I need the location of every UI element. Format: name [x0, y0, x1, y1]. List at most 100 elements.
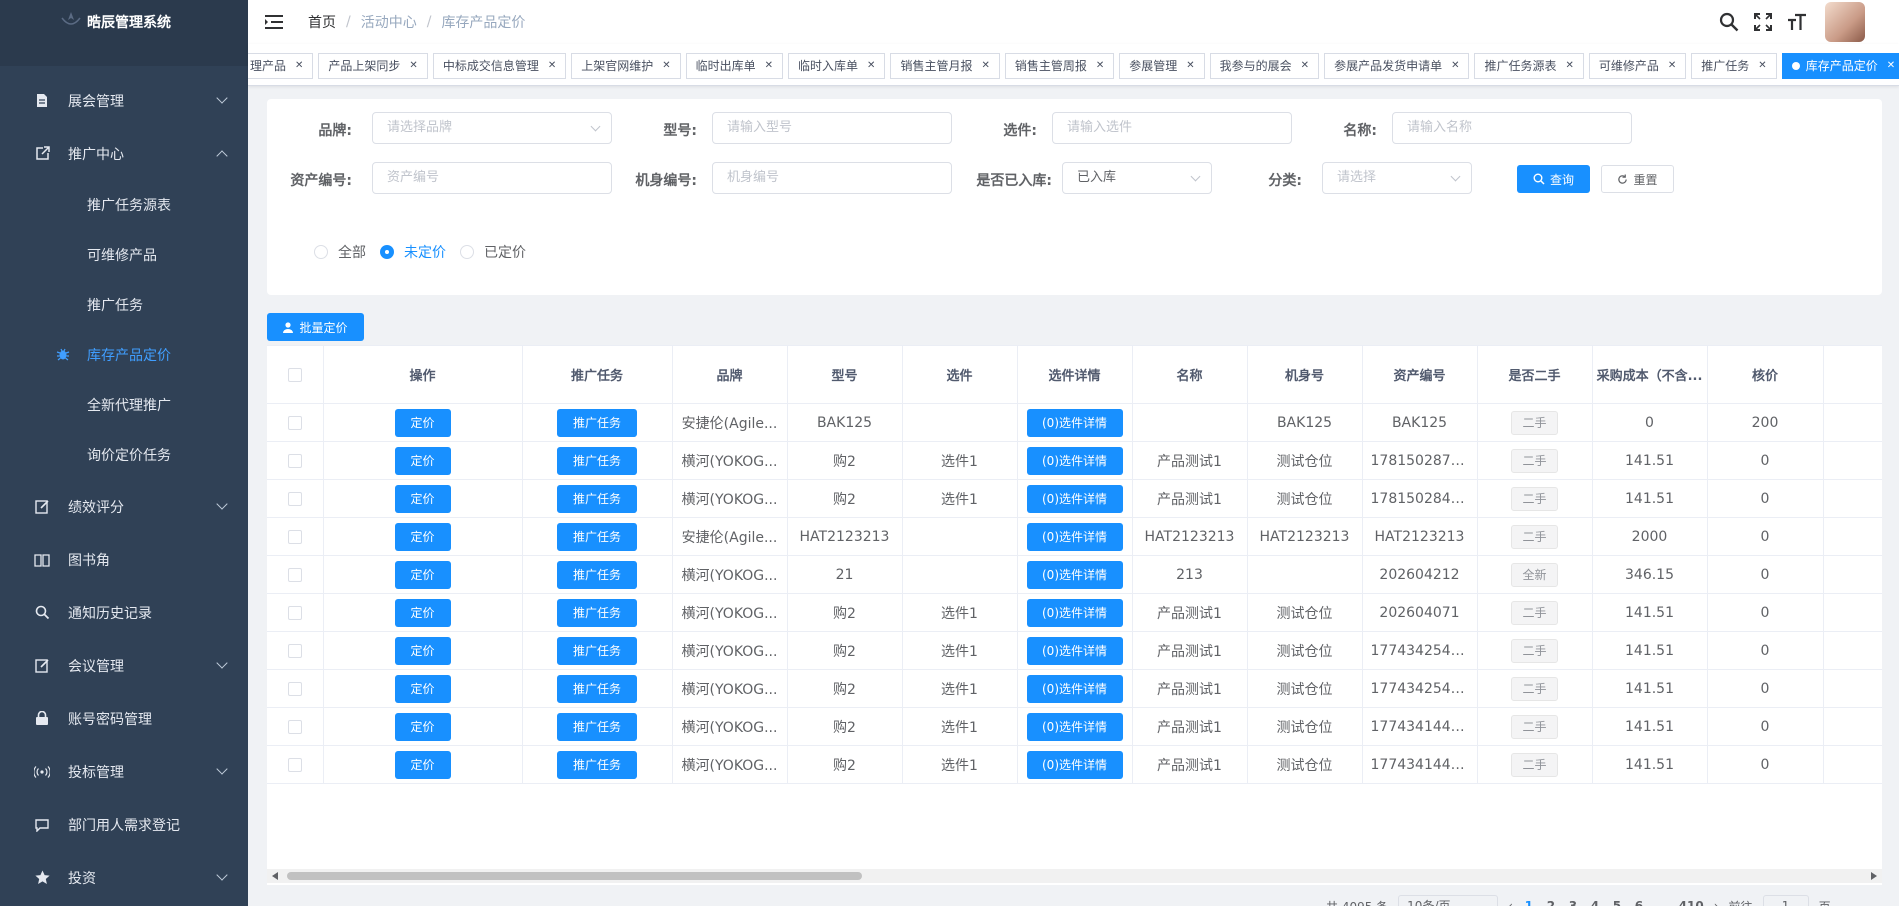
prev-page-icon[interactable]: ‹	[1508, 899, 1513, 906]
close-icon[interactable]: ✕	[1096, 54, 1104, 78]
table-row[interactable]: 定价 推广任务 横河(YOKOG... 购2 选件1 (0)选件详情 产品测试1 测试仓位 17…	[267, 745, 1882, 784]
serial-input[interactable]: 机身编号	[712, 162, 952, 194]
price-button[interactable]: 定价	[394, 636, 451, 665]
category-select[interactable]: 请选择	[1322, 162, 1472, 194]
row-checkbox[interactable]	[287, 415, 302, 430]
page-number[interactable]: 4	[1589, 899, 1601, 906]
option-detail-button[interactable]: (0)选件详情	[1026, 560, 1123, 589]
close-icon[interactable]: ✕	[1301, 54, 1309, 78]
page-number[interactable]: 6	[1633, 899, 1645, 906]
table-row[interactable]: 定价 推广任务 横河(YOKOG... 购2 选件1 (0)选件详情 产品测试1 测试仓位 20…	[267, 593, 1882, 632]
page-ellipsis[interactable]: ...	[1655, 899, 1669, 906]
sidebar-item-investment[interactable]: 投资	[0, 851, 248, 904]
sidebar-item-staffing[interactable]: 部门用人需求登记	[0, 798, 248, 851]
row-checkbox[interactable]	[287, 757, 302, 772]
table-row[interactable]: 定价 推广任务 横河(YOKOG... 购2 选件1 (0)选件详情 产品测试1 测试仓位 17…	[267, 479, 1882, 518]
option-detail-button[interactable]: (0)选件详情	[1026, 636, 1123, 665]
row-checkbox[interactable]	[287, 719, 302, 734]
option-detail-button[interactable]: (0)选件详情	[1026, 522, 1123, 551]
tag-item[interactable]: 参展产品发货申请单 ✕	[1324, 53, 1470, 79]
tag-item[interactable]: 产品上架同步 ✕	[318, 53, 428, 79]
sidebar-item-stock-pricing[interactable]: 库存产品定价	[0, 330, 248, 380]
page-number[interactable]: 1	[1523, 899, 1535, 906]
option-detail-button[interactable]: (0)选件详情	[1026, 674, 1123, 703]
radio-priced[interactable]: 已定价	[460, 242, 526, 262]
reset-button[interactable]: 重置	[1601, 165, 1674, 193]
close-icon[interactable]: ✕	[765, 54, 773, 78]
horizontal-scrollbar[interactable]	[267, 869, 1882, 883]
price-button[interactable]: 定价	[394, 484, 451, 513]
sidebar-item-task-source[interactable]: 推广任务源表	[0, 180, 248, 230]
close-icon[interactable]: ✕	[1451, 54, 1459, 78]
close-icon[interactable]: ✕	[1565, 54, 1573, 78]
promotion-task-button[interactable]: 推广任务	[557, 560, 637, 589]
jump-page-input[interactable]: 1	[1762, 895, 1809, 906]
font-size-icon[interactable]	[1787, 12, 1807, 32]
fullscreen-icon[interactable]	[1753, 12, 1773, 32]
select-all-checkbox[interactable]	[287, 367, 302, 382]
model-input[interactable]: 请输入型号	[712, 112, 952, 144]
row-checkbox[interactable]	[287, 453, 302, 468]
tag-item[interactable]: 可维修产品 ✕	[1588, 53, 1687, 79]
close-icon[interactable]: ✕	[1758, 54, 1766, 78]
option-detail-button[interactable]: (0)选件详情	[1026, 750, 1123, 779]
radio-all[interactable]: 全部	[314, 242, 366, 262]
close-icon[interactable]: ✕	[409, 54, 417, 78]
sidebar-item-library[interactable]: 图书角	[0, 533, 248, 586]
promotion-task-button[interactable]: 推广任务	[557, 522, 637, 551]
sidebar-item-password[interactable]: 账号密码管理	[0, 692, 248, 745]
tag-item[interactable]: 推广任务源表 ✕	[1474, 53, 1584, 79]
page-number[interactable]: 410	[1679, 899, 1704, 906]
sidebar-item-bidding[interactable]: 投标管理	[0, 745, 248, 798]
promotion-task-button[interactable]: 推广任务	[557, 750, 637, 779]
sidebar-item-meeting[interactable]: 会议管理	[0, 639, 248, 692]
sidebar-item-promotion[interactable]: 推广中心	[0, 127, 248, 180]
price-button[interactable]: 定价	[394, 674, 451, 703]
row-checkbox[interactable]	[287, 567, 302, 582]
stocked-select[interactable]: 已入库	[1062, 162, 1212, 194]
breadcrumb-home[interactable]: 首页	[308, 12, 336, 32]
table-row[interactable]: 定价 推广任务 安捷伦(Agile... HAT2123213 (0)选件详情 HAT21…	[267, 517, 1882, 556]
row-checkbox[interactable]	[287, 491, 302, 506]
tag-item[interactable]: 我参与的展会 ✕	[1209, 53, 1320, 79]
close-icon[interactable]: ✕	[1668, 54, 1676, 78]
option-detail-button[interactable]: (0)选件详情	[1026, 446, 1123, 475]
option-input[interactable]: 请输入选件	[1052, 112, 1292, 144]
price-button[interactable]: 定价	[394, 446, 451, 475]
search-icon[interactable]	[1719, 12, 1739, 32]
tag-item[interactable]: 中标成交信息管理 ✕	[432, 53, 567, 79]
name-input[interactable]: 请输入名称	[1392, 112, 1632, 144]
option-detail-button[interactable]: (0)选件详情	[1026, 484, 1123, 513]
sidebar-item-repairable[interactable]: 可维修产品	[0, 230, 248, 280]
batch-pricing-button[interactable]: 批量定价	[267, 313, 364, 341]
tag-item[interactable]: 临时入库单 ✕	[788, 53, 886, 79]
table-row[interactable]: 定价 推广任务 安捷伦(Agile... BAK125 (0)选件详情 BAK125 BAK…	[267, 403, 1882, 442]
next-page-icon[interactable]: ›	[1714, 899, 1719, 906]
page-number[interactable]: 3	[1567, 899, 1579, 906]
promotion-task-button[interactable]: 推广任务	[557, 636, 637, 665]
scrollbar-thumb[interactable]	[287, 872, 862, 880]
promotion-task-button[interactable]: 推广任务	[557, 674, 637, 703]
close-icon[interactable]: ✕	[867, 54, 875, 78]
asset-input[interactable]: 资产编号	[372, 162, 612, 194]
promotion-task-button[interactable]: 推广任务	[557, 712, 637, 741]
option-detail-button[interactable]: (0)选件详情	[1026, 408, 1123, 437]
sidebar-item-exhibition[interactable]: 展会管理	[0, 74, 248, 127]
page-number[interactable]: 5	[1611, 899, 1623, 906]
sidebar-item-performance[interactable]: 绩效评分	[0, 480, 248, 533]
row-checkbox[interactable]	[287, 643, 302, 658]
row-checkbox[interactable]	[287, 529, 302, 544]
sidebar-item-new-agent[interactable]: 全新代理推广	[0, 380, 248, 430]
brand-select[interactable]: 请选择品牌	[372, 112, 612, 144]
tag-item[interactable]: 推广任务 ✕	[1691, 53, 1777, 79]
sidebar-item-promotion-task[interactable]: 推广任务	[0, 280, 248, 330]
table-row[interactable]: 定价 推广任务 横河(YOKOG... 购2 选件1 (0)选件详情 产品测试1 测试仓位 17…	[267, 631, 1882, 670]
promotion-task-button[interactable]: 推广任务	[557, 408, 637, 437]
tag-item[interactable]: 理产品 ✕	[248, 53, 314, 79]
query-button[interactable]: 查询	[1517, 165, 1590, 193]
row-checkbox[interactable]	[287, 605, 302, 620]
tag-item[interactable]: 参展管理 ✕	[1119, 53, 1205, 79]
page-size-select[interactable]: 10条/页	[1398, 895, 1499, 906]
tag-item[interactable]: 上架官网维护 ✕	[571, 53, 681, 79]
sidebar-item-notify-history[interactable]: 通知历史记录	[0, 586, 248, 639]
